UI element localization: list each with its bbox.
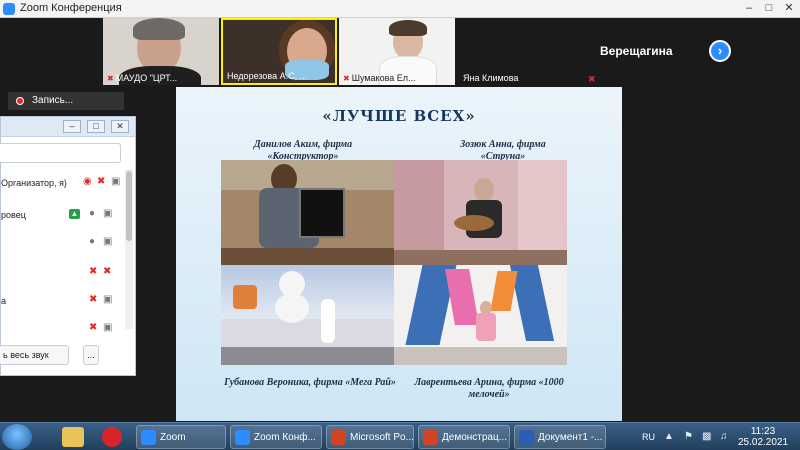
video-icon[interactable]: ▣ xyxy=(111,176,120,187)
participant-row-text: а xyxy=(1,296,7,306)
participant-row[interactable]: ✖ ▣ xyxy=(1,315,127,335)
record-icon xyxy=(16,97,24,105)
close-icon[interactable]: ✕ xyxy=(780,1,798,16)
record-icon: ◉ xyxy=(83,176,92,187)
network-icon[interactable]: ▩ xyxy=(702,431,711,442)
recording-indicator[interactable]: Запись... xyxy=(8,92,124,110)
active-speaker-name: Верещагина xyxy=(600,44,673,58)
photo-dancing-girl-right xyxy=(394,265,567,365)
zoom-icon xyxy=(235,430,250,445)
participants-panel: – □ ✕ Организатор, я) ◉ ✖ ▣ ровец ▲ ● ▣ … xyxy=(0,116,136,376)
participant-hair xyxy=(133,18,185,40)
video-tile[interactable]: ✖ Шумакова Ел... xyxy=(339,18,455,85)
minimize-icon[interactable]: – xyxy=(740,1,758,16)
taskbar-item[interactable]: Zoom xyxy=(136,425,226,449)
participant-row-text: ровец xyxy=(1,210,26,220)
muted-mic-icon[interactable]: ✖ xyxy=(89,266,97,277)
caption-bottom-left: Губанова Вероника, фирма «Мега Рай» xyxy=(224,377,396,388)
clock-time: 11:23 xyxy=(750,426,776,437)
powerpoint-icon xyxy=(331,430,346,445)
slide-title: «ЛУЧШЕ ВСЕХ» xyxy=(322,107,476,125)
muted-mic-icon[interactable]: ✖ xyxy=(97,176,105,187)
mic-icon[interactable]: ● xyxy=(89,208,95,219)
zoom-icon xyxy=(141,430,156,445)
taskbar-item[interactable]: Документ1 -... xyxy=(514,425,606,449)
video-icon[interactable]: ▣ xyxy=(103,208,112,219)
panel-header: – □ ✕ xyxy=(1,117,135,137)
taskbar-item-label: Документ1 -... xyxy=(538,432,603,443)
video-icon[interactable]: ▣ xyxy=(103,294,112,305)
video-icon[interactable]: ▣ xyxy=(103,236,112,247)
language-indicator[interactable]: RU xyxy=(642,432,655,442)
video-off-icon[interactable]: ✖ xyxy=(103,266,111,277)
taskbar-item[interactable]: Zoom Конф... xyxy=(230,425,322,449)
word-icon xyxy=(519,430,534,445)
folder-icon[interactable] xyxy=(62,427,84,447)
panel-maximize-icon[interactable]: □ xyxy=(87,120,105,133)
system-clock[interactable]: 11:23 25.02.2021 xyxy=(738,426,788,448)
tray-arrow-icon[interactable]: ▲ xyxy=(664,431,674,442)
video-tile[interactable]: Яна Климова xyxy=(457,18,573,85)
opera-icon[interactable] xyxy=(102,427,122,447)
panel-scrollbar-thumb[interactable] xyxy=(126,171,132,241)
participant-row[interactable]: Организатор, я) ◉ ✖ ▣ xyxy=(1,169,127,197)
panel-close-icon[interactable]: ✕ xyxy=(111,120,129,133)
video-icon[interactable]: ▣ xyxy=(103,322,112,333)
zoom-app-icon xyxy=(3,3,15,15)
clock-date: 25.02.2021 xyxy=(738,437,789,448)
shared-screen-slide: «ЛУЧШЕ ВСЕХ» Данилов Аким, фирма «Констр… xyxy=(176,87,622,421)
recording-label: Запись... xyxy=(32,95,74,106)
windows-taskbar: Zoom Zoom Конф... Microsoft Po... Демонс… xyxy=(0,422,800,450)
windows-start-icon[interactable] xyxy=(2,424,32,450)
taskbar-item[interactable]: Microsoft Po... xyxy=(326,425,414,449)
participant-name: Недорезова А.С, ... xyxy=(227,71,308,81)
photo-guitar-player xyxy=(394,160,567,265)
participant-name: Шумакова Ел... xyxy=(351,73,416,83)
share-icon: ▲ xyxy=(69,209,80,219)
panel-minimize-icon[interactable]: – xyxy=(63,120,81,133)
participant-name: МАУДО "ЦРТ... xyxy=(115,73,178,83)
participant-row[interactable]: а ✖ ▣ xyxy=(1,287,127,315)
taskbar-item-label: Microsoft Po... xyxy=(350,432,414,443)
window-titlebar: Zoom Конференция – □ ✕ xyxy=(0,0,800,18)
more-button[interactable]: ... xyxy=(83,345,99,365)
taskbar-item-label: Zoom Конф... xyxy=(254,432,316,443)
powerpoint-icon xyxy=(423,430,438,445)
taskbar-item-label: Демонстрац... xyxy=(442,432,508,443)
mic-icon[interactable]: ● xyxy=(89,236,95,247)
participant-name: Яна Климова xyxy=(463,73,519,83)
video-strip: ✖ МАУДО "ЦРТ... Недорезова А.С, ... ✖ Шума… xyxy=(0,18,800,85)
video-tile-active[interactable]: Недорезова А.С, ... xyxy=(221,18,337,85)
photo-accordion-player xyxy=(221,160,394,265)
participant-row[interactable]: ● ▣ xyxy=(1,229,127,257)
participant-search-input[interactable] xyxy=(0,143,121,163)
muted-mic-icon[interactable]: ✖ xyxy=(89,322,97,333)
volume-icon[interactable]: ♫ xyxy=(720,431,728,442)
photo-dancing-girl-left xyxy=(221,265,394,365)
window-title: Zoom Конференция xyxy=(20,2,122,14)
taskbar-item[interactable]: Демонстрац... xyxy=(418,425,510,449)
muted-mic-icon: ✖ xyxy=(107,74,114,83)
muted-mic-icon: ✖ xyxy=(343,74,350,83)
caption-bottom-right: Лаврентьева Арина, фирма «1000 мелочей» xyxy=(414,377,564,400)
flag-icon[interactable]: ⚑ xyxy=(684,431,693,442)
participant-hair xyxy=(389,20,427,36)
participant-row[interactable]: ровец ▲ ● ▣ xyxy=(1,201,127,229)
taskbar-item-label: Zoom xyxy=(160,432,186,443)
muted-mic-icon: ✖ xyxy=(588,74,596,84)
mute-all-button[interactable]: ь весь звук xyxy=(0,345,69,365)
participant-row[interactable]: ✖ ✖ xyxy=(1,259,127,287)
video-tile[interactable]: ✖ МАУДО "ЦРТ... xyxy=(103,18,219,85)
muted-mic-icon[interactable]: ✖ xyxy=(89,294,97,305)
maximize-icon[interactable]: □ xyxy=(760,1,778,16)
next-page-icon[interactable]: › xyxy=(709,40,731,62)
participant-row-text: Организатор, я) xyxy=(1,178,67,188)
